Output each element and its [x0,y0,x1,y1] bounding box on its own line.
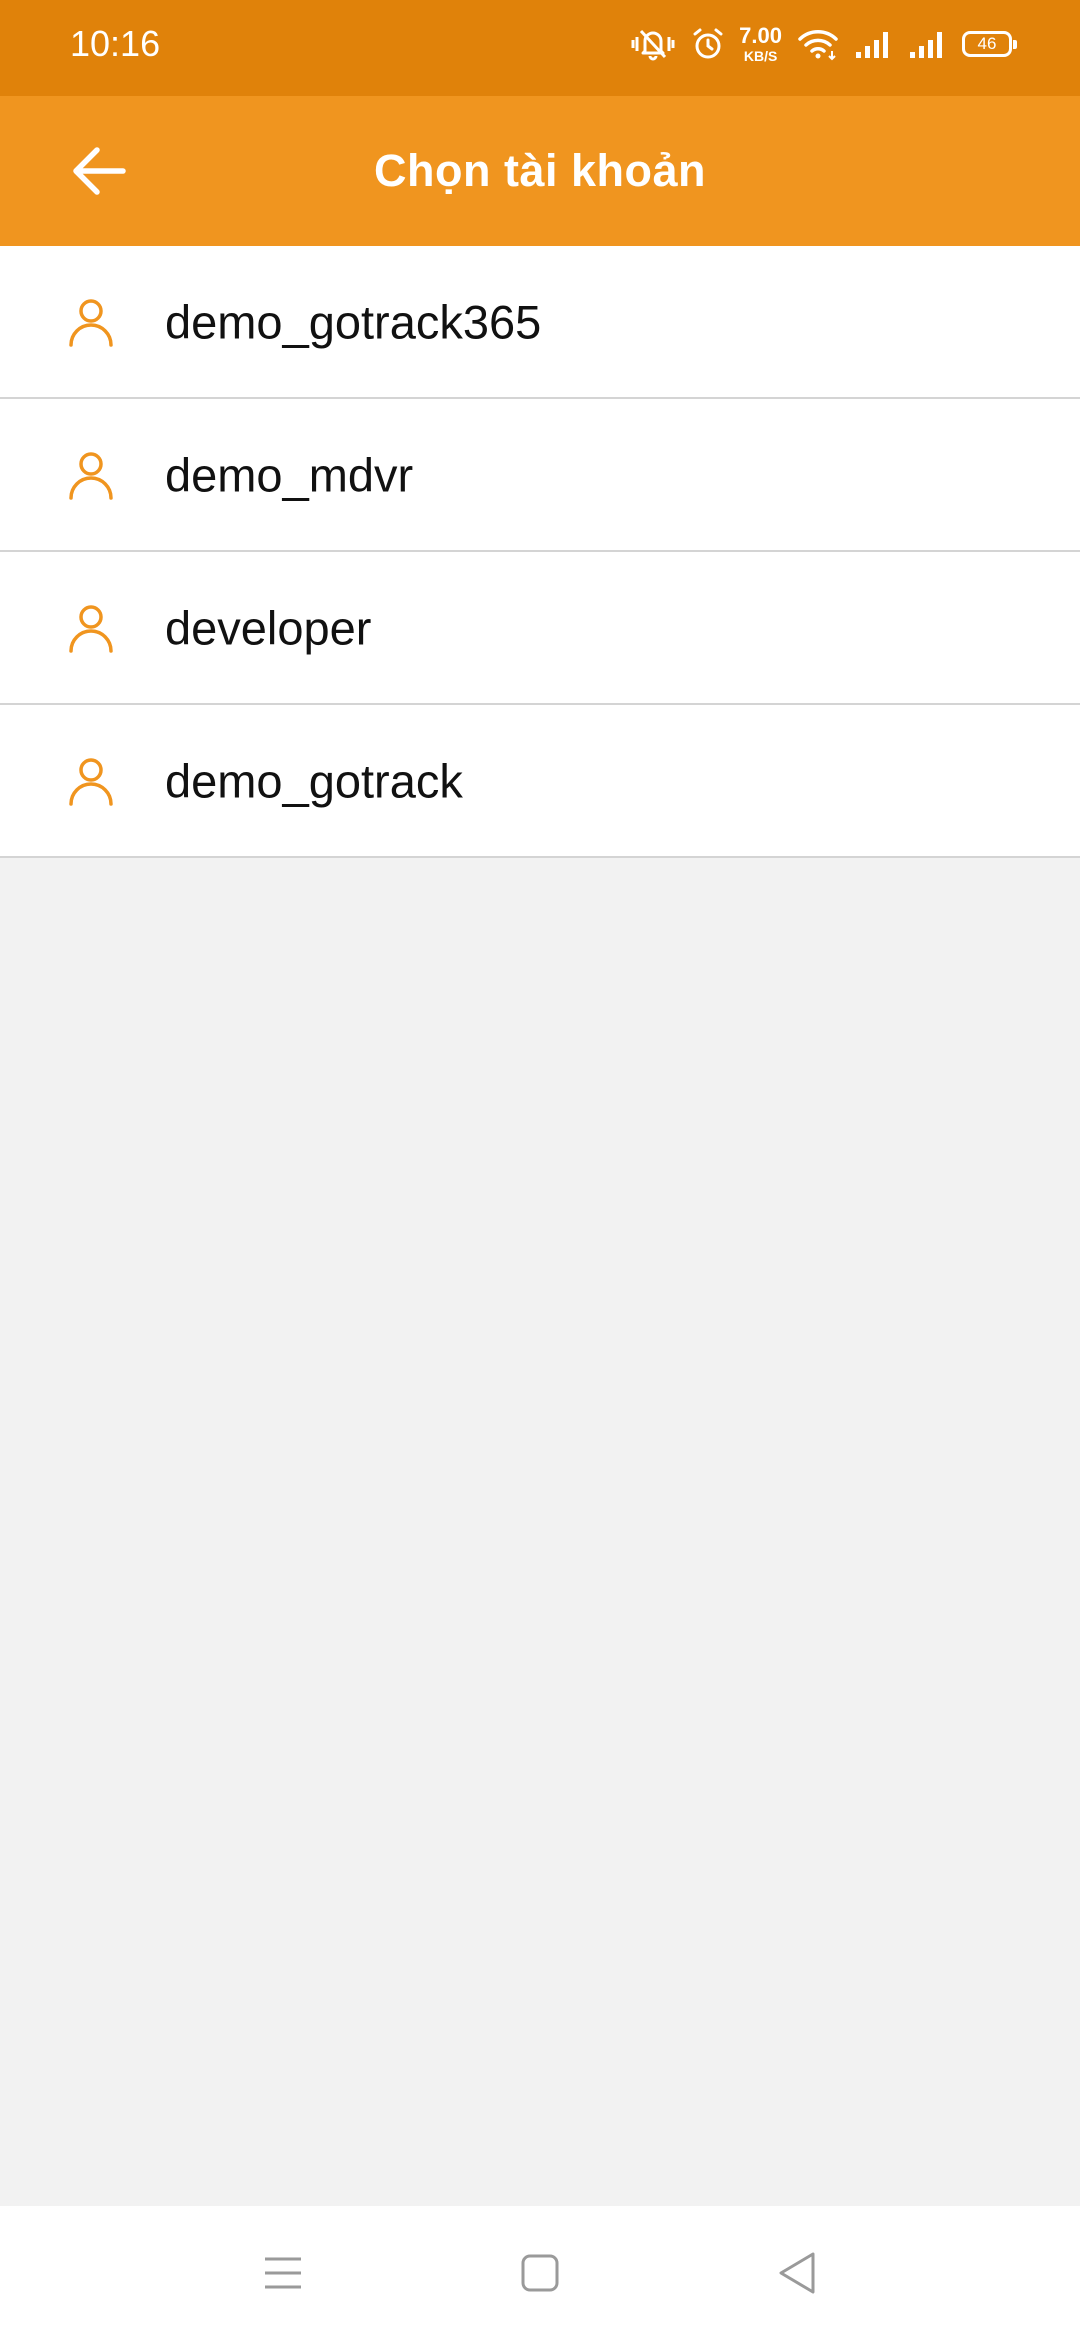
list-item-account[interactable]: demo_gotrack [0,705,1080,858]
status-time: 10:16 [70,23,161,64]
app-bar: Chọn tài khoản [0,96,1080,246]
user-icon [69,451,113,500]
status-icons: 7.00 KB/S 46 [629,23,1017,64]
net-speed-unit: KB/S [743,48,778,64]
net-speed-value: 7.00 [739,23,782,48]
user-icon [69,298,113,347]
wifi-icon [796,27,840,61]
list-item-account[interactable]: demo_mdvr [0,399,1080,552]
alarm-icon [691,27,725,61]
account-name: demo_gotrack [165,754,463,807]
account-name: demo_gotrack365 [165,295,542,348]
menu-icon [265,2257,301,2289]
user-icon [69,757,113,806]
nav-back-button[interactable] [742,2218,852,2328]
account-list: demo_gotrack365 demo_mdvr developer demo… [0,246,1080,858]
signal-icon [908,28,948,60]
list-item-account[interactable]: demo_gotrack365 [0,246,1080,399]
battery-level: 46 [977,34,997,53]
list-item-account[interactable]: developer [0,552,1080,705]
battery-icon: 46 [962,31,1017,57]
status-bar: 10:16 7.00 KB/S 46 [0,0,1080,96]
vibrate-silent-icon [629,27,677,61]
home-button[interactable] [485,2218,595,2328]
back-triangle-icon [779,2252,815,2294]
account-name: demo_mdvr [165,448,414,501]
user-icon [69,604,113,653]
signal-icon [854,28,894,60]
page-title: Chọn tài khoản [374,145,706,196]
account-name: developer [165,601,372,654]
system-nav-bar [0,2206,1080,2340]
home-icon [521,2254,559,2292]
recent-apps-button[interactable] [228,2218,338,2328]
net-speed: 7.00 KB/S [739,23,782,64]
